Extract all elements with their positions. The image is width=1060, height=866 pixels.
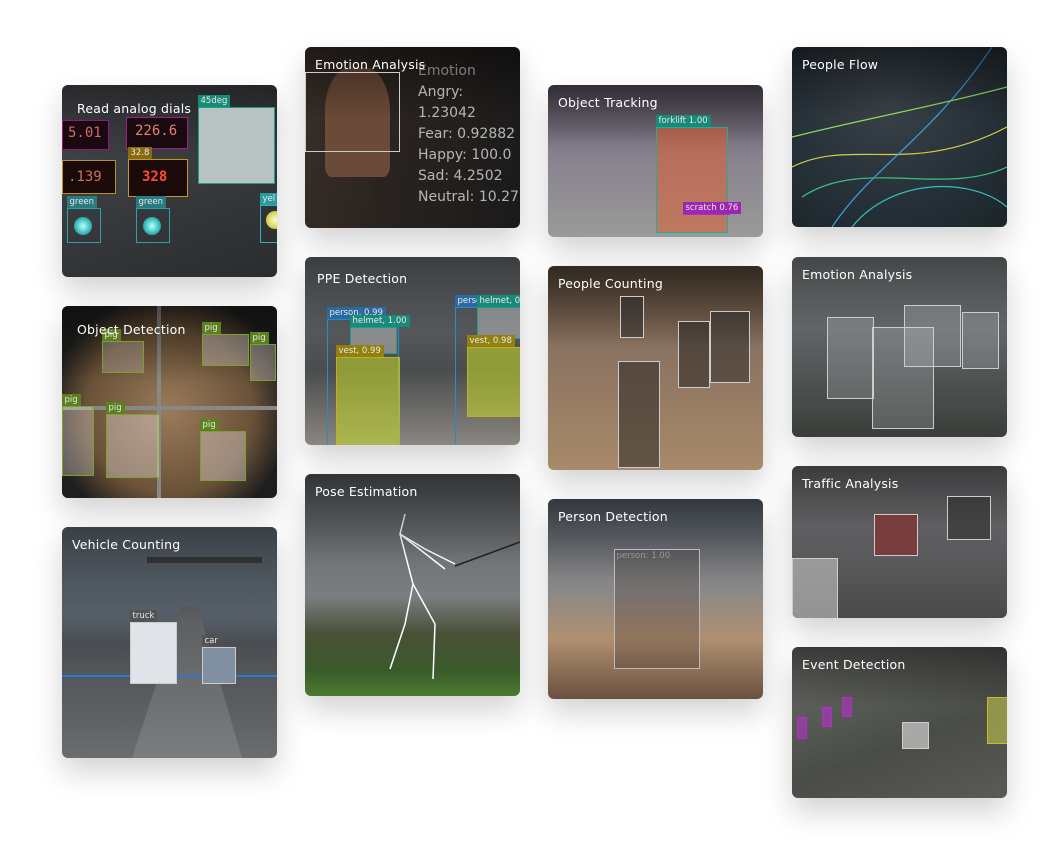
card-object-tracking[interactable]: forklift 1.00 scratch 0.76 Object Tracki…: [548, 85, 763, 237]
card-title: Emotion Analysis: [315, 57, 426, 72]
card-ppe-detection[interactable]: person, 0.99 helmet, 1.00 vest, 0.99 per…: [305, 257, 520, 445]
detection-label: pig: [201, 322, 221, 334]
yellow-lamp: [266, 211, 277, 229]
detection-label: truck: [129, 610, 158, 622]
detection-box: [797, 717, 807, 739]
detection-box: [904, 305, 961, 367]
emotion-line: Fear: 0.92882: [418, 126, 516, 142]
detection-box: [620, 296, 644, 338]
card-title: People Counting: [558, 276, 663, 291]
detection-box: vest, 0.98: [466, 335, 520, 417]
detection-label: vest, 0.98: [466, 335, 515, 347]
detection-box: pig: [105, 402, 160, 478]
detection-box: vest, 0.99: [335, 345, 400, 445]
detection-box: person: 1.00: [614, 549, 700, 669]
readout: 328: [142, 169, 168, 185]
detection-label: car: [201, 635, 221, 647]
card-title: Traffic Analysis: [802, 476, 899, 491]
green-lamp: [143, 217, 161, 235]
detection-box: truck: [129, 610, 177, 684]
detection-label: person: 1.00: [616, 551, 671, 561]
detection-label: vest, 0.99: [335, 345, 384, 357]
card-person-detection[interactable]: person: 1.00 Person Detection: [548, 499, 763, 699]
card-object-detection[interactable]: pig pig pig pig pig pig Object Detection: [62, 306, 277, 498]
card-title: Vehicle Counting: [72, 537, 181, 552]
card-title: Object Detection: [77, 322, 186, 337]
detection-label: pig: [199, 419, 219, 431]
detection-box: [710, 311, 750, 383]
detection-box: pig: [101, 329, 144, 373]
card-people-flow[interactable]: People Flow: [792, 47, 1007, 227]
card-traffic-analysis[interactable]: Traffic Analysis: [792, 466, 1007, 618]
detection-box: [874, 514, 918, 556]
detection-box: [962, 312, 999, 369]
detection-label: helmet, 1.00: [349, 315, 410, 327]
detection-box: [827, 317, 874, 399]
card-title: Emotion Analysis: [802, 267, 913, 282]
detection-box: forklift 1.00: [655, 115, 728, 233]
detection-label: pig: [62, 394, 81, 406]
detection-box: car: [201, 635, 236, 684]
card-people-counting[interactable]: People Counting: [548, 266, 763, 470]
detection-box: pig: [199, 419, 246, 481]
detection-label: green: [135, 196, 167, 208]
detection-box: [792, 558, 838, 618]
card-pose-estimation[interactable]: Pose Estimation: [305, 474, 520, 696]
detection-label: green: [66, 196, 98, 208]
detection-label: 45deg: [197, 95, 231, 107]
emotion-line: Angry: 1.23042: [418, 84, 476, 121]
detection-box: pig: [62, 394, 94, 476]
emotion-line: Happy: 100.0: [418, 147, 512, 163]
card-title: Object Tracking: [558, 95, 658, 110]
detection-box: [947, 496, 991, 540]
emotion-readout: Emotion Angry: 1.23042 Fear: 0.92882 Hap…: [418, 61, 520, 208]
card-title: People Flow: [802, 57, 879, 72]
card-title: PPE Detection: [317, 271, 408, 286]
card-title: Event Detection: [802, 657, 906, 672]
detection-label: pig: [105, 402, 125, 414]
detection-box: [842, 697, 852, 717]
detection-label: yel: [259, 193, 277, 205]
readout: .139: [68, 169, 102, 185]
emotion-heading: Emotion: [418, 63, 476, 79]
green-lamp: [74, 217, 92, 235]
emotion-line: Sad: 4.2502: [418, 168, 503, 184]
card-emotion-analysis[interactable]: Emotion Angry: 1.23042 Fear: 0.92882 Hap…: [305, 47, 520, 228]
detection-box: pig: [201, 322, 249, 366]
readout: 5.01: [68, 125, 102, 141]
card-title: Person Detection: [558, 509, 668, 524]
card-read-analog-dials[interactable]: 5.01 226.6 45deg .139 32.8 328 green gre…: [62, 85, 277, 277]
detection-box: [305, 72, 400, 152]
readout: 226.6: [135, 123, 178, 139]
detection-box: pig: [249, 332, 276, 381]
detection-box: [618, 361, 660, 468]
emotion-line: Neutral: 10.27: [418, 189, 519, 205]
detection-label: helmet, 0.9: [476, 295, 520, 307]
detection-label: forklift 1.00: [655, 115, 711, 127]
card-title: Pose Estimation: [315, 484, 418, 499]
detection-label: 32.8: [127, 147, 153, 159]
detection-box: [822, 707, 832, 727]
card-event-detection[interactable]: Event Detection: [792, 647, 1007, 798]
card-vehicle-counting[interactable]: truck car Vehicle Counting: [62, 527, 277, 758]
detection-label: scratch 0.76: [682, 202, 742, 214]
detection-box: scratch 0.76: [682, 202, 742, 215]
detection-box: 45deg: [197, 95, 275, 184]
detection-label: pig: [249, 332, 269, 344]
card-emotion-analysis-group[interactable]: Emotion Analysis: [792, 257, 1007, 437]
detection-box: [987, 697, 1007, 744]
detection-box: [902, 722, 929, 749]
detection-box: [678, 321, 710, 388]
card-title: Read analog dials: [77, 101, 192, 116]
